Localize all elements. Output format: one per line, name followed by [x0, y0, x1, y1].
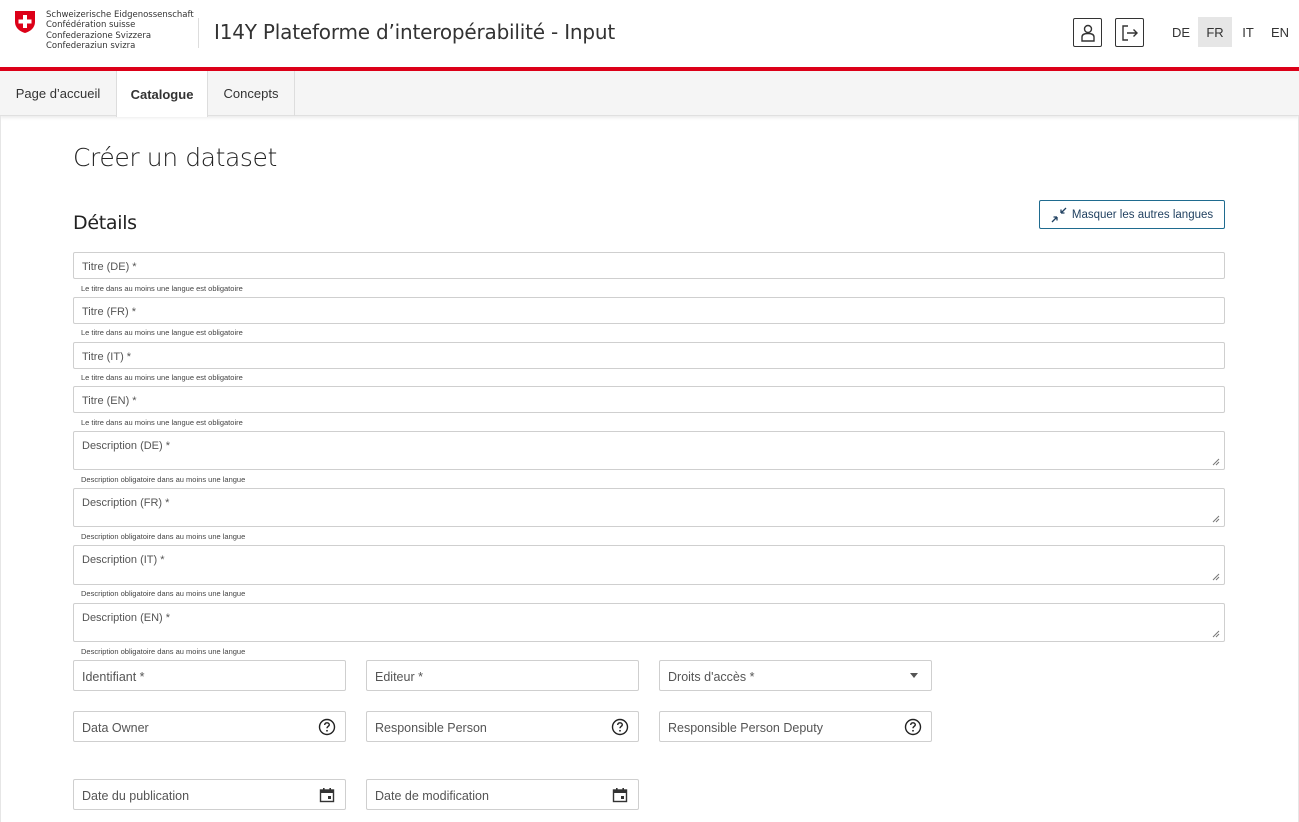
title-it-hint: Le titre dans au moins une langue est ob… [81, 373, 243, 382]
title-it-input[interactable]: Titre (IT) * [73, 342, 1225, 369]
publication-date-input[interactable]: Date du publication [73, 779, 346, 810]
lang-it[interactable]: IT [1231, 17, 1265, 47]
header-divider [198, 18, 199, 48]
title-it-label: Titre (IT) * [82, 351, 132, 363]
tab-catalogue[interactable]: Catalogue [116, 71, 208, 117]
user-icon [1080, 24, 1095, 42]
resize-handle-icon[interactable] [1212, 630, 1220, 638]
publication-date-label: Date du publication [82, 789, 190, 803]
responsible-person-deputy-input[interactable]: Responsible Person Deputy [659, 711, 932, 742]
data-owner-label: Data Owner [82, 721, 149, 735]
tab-home[interactable]: Page d’accueil [0, 71, 117, 116]
description-de-textarea[interactable]: Description (DE) * [73, 431, 1225, 470]
description-de-label: Description (DE) * [82, 440, 171, 452]
federal-names: Schweizerische Eidgenossenschaft Confédé… [46, 10, 194, 51]
title-fr-input[interactable]: Titre (FR) * [73, 297, 1225, 324]
identifier-input[interactable]: Identifiant * [73, 660, 346, 691]
publisher-label: Editeur * [375, 670, 423, 684]
modification-date-input[interactable]: Date de modification [366, 779, 639, 810]
access-rights-select[interactable]: Droits d'accès * [659, 660, 932, 691]
title-en-hint: Le titre dans au moins une langue est ob… [81, 418, 243, 427]
federal-name-it: Confederazione Svizzera [46, 30, 152, 41]
access-rights-label: Droits d'accès * [668, 670, 755, 684]
dropdown-caret-icon [910, 673, 918, 678]
title-de-label: Titre (DE) * [82, 261, 137, 273]
identifier-label: Identifiant * [82, 670, 145, 684]
title-de-input[interactable]: Titre (DE) * [73, 252, 1225, 279]
lang-en[interactable]: EN [1263, 17, 1297, 47]
modification-date-label: Date de modification [375, 789, 489, 803]
description-it-label: Description (IT) * [82, 554, 165, 566]
federal-name-rm: Confederaziun svizra [46, 40, 136, 51]
swiss-shield-icon [14, 10, 36, 34]
logout-icon [1121, 24, 1138, 41]
responsible-person-deputy-label: Responsible Person Deputy [668, 721, 823, 735]
responsible-person-input[interactable]: Responsible Person [366, 711, 639, 742]
responsible-person-label: Responsible Person [375, 721, 487, 735]
description-fr-textarea[interactable]: Description (FR) * [73, 488, 1225, 527]
title-en-input[interactable]: Titre (EN) * [73, 386, 1225, 413]
title-fr-label: Titre (FR) * [82, 306, 136, 318]
app-header: Schweizerische Eidgenossenschaft Confédé… [0, 0, 1299, 67]
user-button[interactable] [1073, 18, 1102, 47]
lang-fr[interactable]: FR [1198, 17, 1232, 47]
calendar-icon[interactable] [610, 785, 630, 805]
hide-other-languages-label: Masquer les autres langues [1071, 208, 1214, 221]
app-title: I14Y Plateforme d’interopérabilité - Inp… [214, 20, 615, 44]
page-title: Créer un dataset [73, 143, 277, 172]
data-owner-input[interactable]: Data Owner [73, 711, 346, 742]
federal-name-de: Schweizerische Eidgenossenschaft [46, 10, 194, 20]
main-nav-tabs: Page d’accueil Catalogue Concepts [0, 71, 1299, 117]
description-fr-hint: Description obligatoire dans au moins un… [81, 532, 246, 541]
resize-handle-icon[interactable] [1212, 515, 1220, 523]
description-it-textarea[interactable]: Description (IT) * [73, 545, 1225, 585]
section-title-details: Détails [73, 212, 137, 234]
title-fr-hint: Le titre dans au moins une langue est ob… [81, 328, 243, 337]
description-en-hint: Description obligatoire dans au moins un… [81, 647, 246, 656]
lang-de[interactable]: DE [1164, 17, 1198, 47]
description-en-label: Description (EN) * [82, 612, 171, 624]
description-en-textarea[interactable]: Description (EN) * [73, 603, 1225, 642]
help-icon[interactable] [903, 717, 923, 737]
publisher-input[interactable]: Editeur * [366, 660, 639, 691]
tab-concepts[interactable]: Concepts [208, 71, 295, 116]
title-en-label: Titre (EN) * [82, 395, 137, 407]
collapse-arrows-icon [1051, 207, 1067, 222]
resize-handle-icon[interactable] [1212, 573, 1220, 581]
description-fr-label: Description (FR) * [82, 497, 170, 509]
help-icon[interactable] [317, 717, 337, 737]
description-de-hint: Description obligatoire dans au moins un… [81, 475, 246, 484]
calendar-icon[interactable] [317, 785, 337, 805]
help-icon[interactable] [610, 717, 630, 737]
title-de-hint: Le titre dans au moins une langue est ob… [81, 284, 243, 293]
resize-handle-icon[interactable] [1212, 458, 1220, 466]
federal-logo[interactable]: Schweizerische Eidgenossenschaft Confédé… [14, 10, 194, 51]
description-it-hint: Description obligatoire dans au moins un… [81, 589, 246, 598]
hide-other-languages-button[interactable]: Masquer les autres langues [1039, 200, 1225, 229]
logout-button[interactable] [1115, 18, 1144, 47]
federal-name-fr: Confédération suisse [46, 20, 136, 31]
page-border-left [0, 116, 1, 822]
